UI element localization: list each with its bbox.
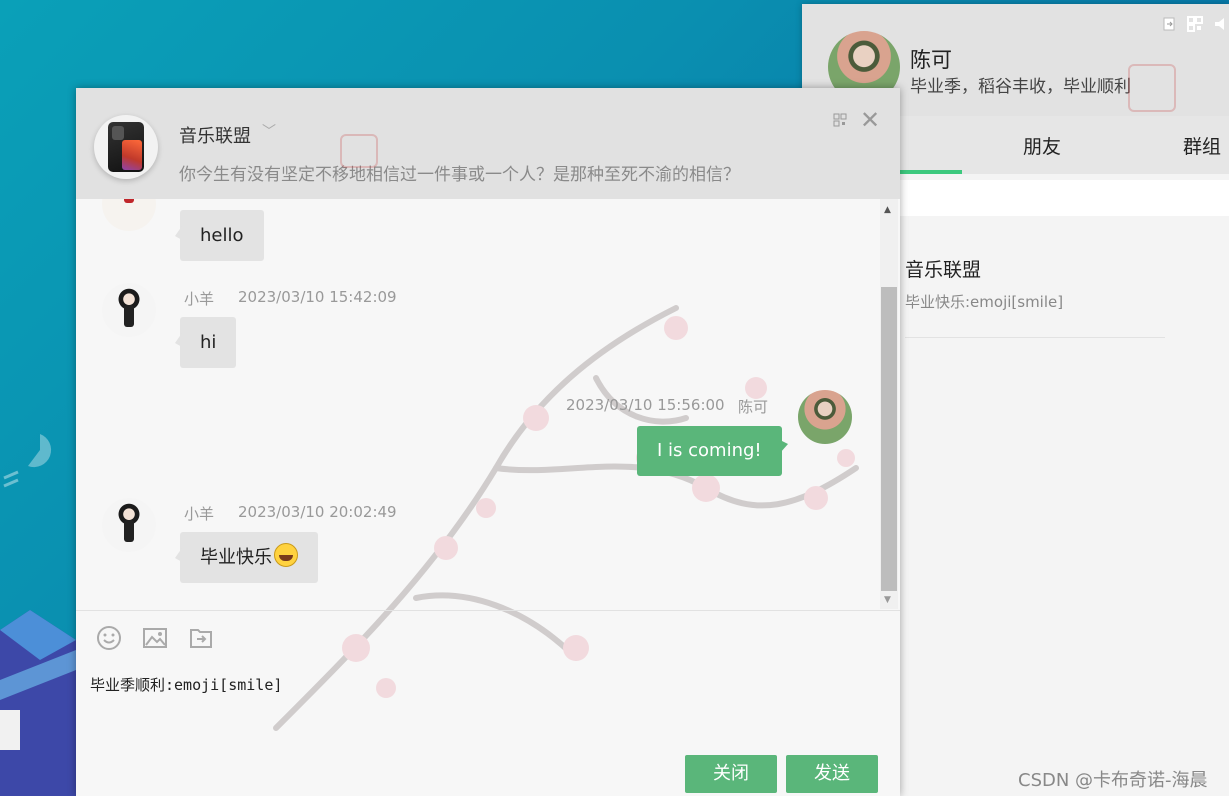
- qrcode-icon[interactable]: [1187, 16, 1203, 32]
- message-text: 毕业快乐: [200, 547, 272, 568]
- group-notice: 你今生有没有坚定不移地相信过一件事或一个人？是那种至死不渝的相信？: [179, 165, 740, 185]
- divider: [76, 610, 900, 611]
- close-button[interactable]: 关闭: [685, 755, 777, 793]
- scroll-up-icon[interactable]: ▲: [884, 205, 891, 215]
- desktop-blocks-decoration: [0, 610, 76, 796]
- phone-image: [108, 122, 144, 172]
- message-sender: 陈可: [738, 398, 769, 416]
- scroll-down-icon[interactable]: ▼: [884, 595, 891, 605]
- active-tab-indicator: [900, 170, 962, 174]
- window-controls: [1161, 16, 1229, 32]
- seal-stamp-decoration: [340, 134, 378, 168]
- message-sender: 小羊: [184, 505, 215, 523]
- message-input[interactable]: 毕业季顺利:emoji[smile]: [90, 674, 282, 695]
- message-bubble: hello: [175, 210, 264, 261]
- qrcode-icon[interactable]: [833, 113, 847, 127]
- send-button[interactable]: 发送: [786, 755, 878, 793]
- message-time: 2023/03/10 15:56:00: [566, 396, 725, 414]
- chat-header: 音乐联盟 ﹀ 你今生有没有坚定不移地相信过一件事或一个人？是那种至死不渝的相信？…: [76, 88, 900, 199]
- contact-item[interactable]: 音乐联盟 毕业快乐:emoji[smile]: [905, 249, 1165, 338]
- avatar[interactable]: [798, 390, 852, 444]
- close-icon[interactable]: ✕: [860, 108, 880, 132]
- user-signature: 毕业季，稻谷丰收，毕业顺利: [910, 77, 1131, 97]
- grinning-face-icon: [274, 543, 298, 567]
- message-bubble: hi: [174, 317, 237, 368]
- volume-icon[interactable]: [1213, 16, 1229, 32]
- seal-stamp-decoration: [1128, 64, 1176, 112]
- message-time: 2023/03/10 20:02:49: [238, 503, 397, 521]
- tab-friends[interactable]: 朋友: [1023, 132, 1061, 159]
- image-icon[interactable]: [142, 625, 168, 651]
- contact-name: 音乐联盟: [905, 259, 982, 281]
- message-time: 2023/03/10 15:42:09: [238, 288, 397, 306]
- chat-window: 音乐联盟 ﹀ 你今生有没有坚定不移地相信过一件事或一个人？是那种至死不渝的相信？…: [76, 88, 900, 796]
- message-bubble: I is coming!: [637, 426, 788, 476]
- avatar[interactable]: [102, 283, 156, 337]
- scrollbar[interactable]: ▲ ▼: [880, 199, 898, 609]
- minimize-icon[interactable]: [1161, 16, 1177, 32]
- group-avatar[interactable]: [94, 115, 158, 179]
- desktop-chart-decoration: [3, 434, 52, 488]
- search-input[interactable]: [898, 180, 1229, 216]
- user-name: 陈可: [910, 48, 952, 72]
- chevron-down-icon[interactable]: ﹀: [262, 121, 276, 141]
- tab-groups[interactable]: 群组: [1183, 132, 1221, 159]
- avatar[interactable]: [102, 199, 156, 231]
- file-icon[interactable]: [188, 625, 214, 651]
- message-list[interactable]: hello 小羊 2023/03/10 15:42:09 hi 2023/03/…: [76, 199, 880, 609]
- scrollbar-thumb[interactable]: [881, 287, 897, 591]
- watermark: CSDN @卡布奇诺-海晨: [1018, 770, 1208, 791]
- message-sender: 小羊: [184, 290, 215, 308]
- contact-last-message: 毕业快乐:emoji[smile]: [905, 293, 1064, 311]
- message-bubble: 毕业快乐: [175, 532, 318, 583]
- emoji-icon[interactable]: [96, 625, 122, 651]
- group-name: 音乐联盟: [179, 126, 251, 147]
- avatar[interactable]: [102, 498, 156, 552]
